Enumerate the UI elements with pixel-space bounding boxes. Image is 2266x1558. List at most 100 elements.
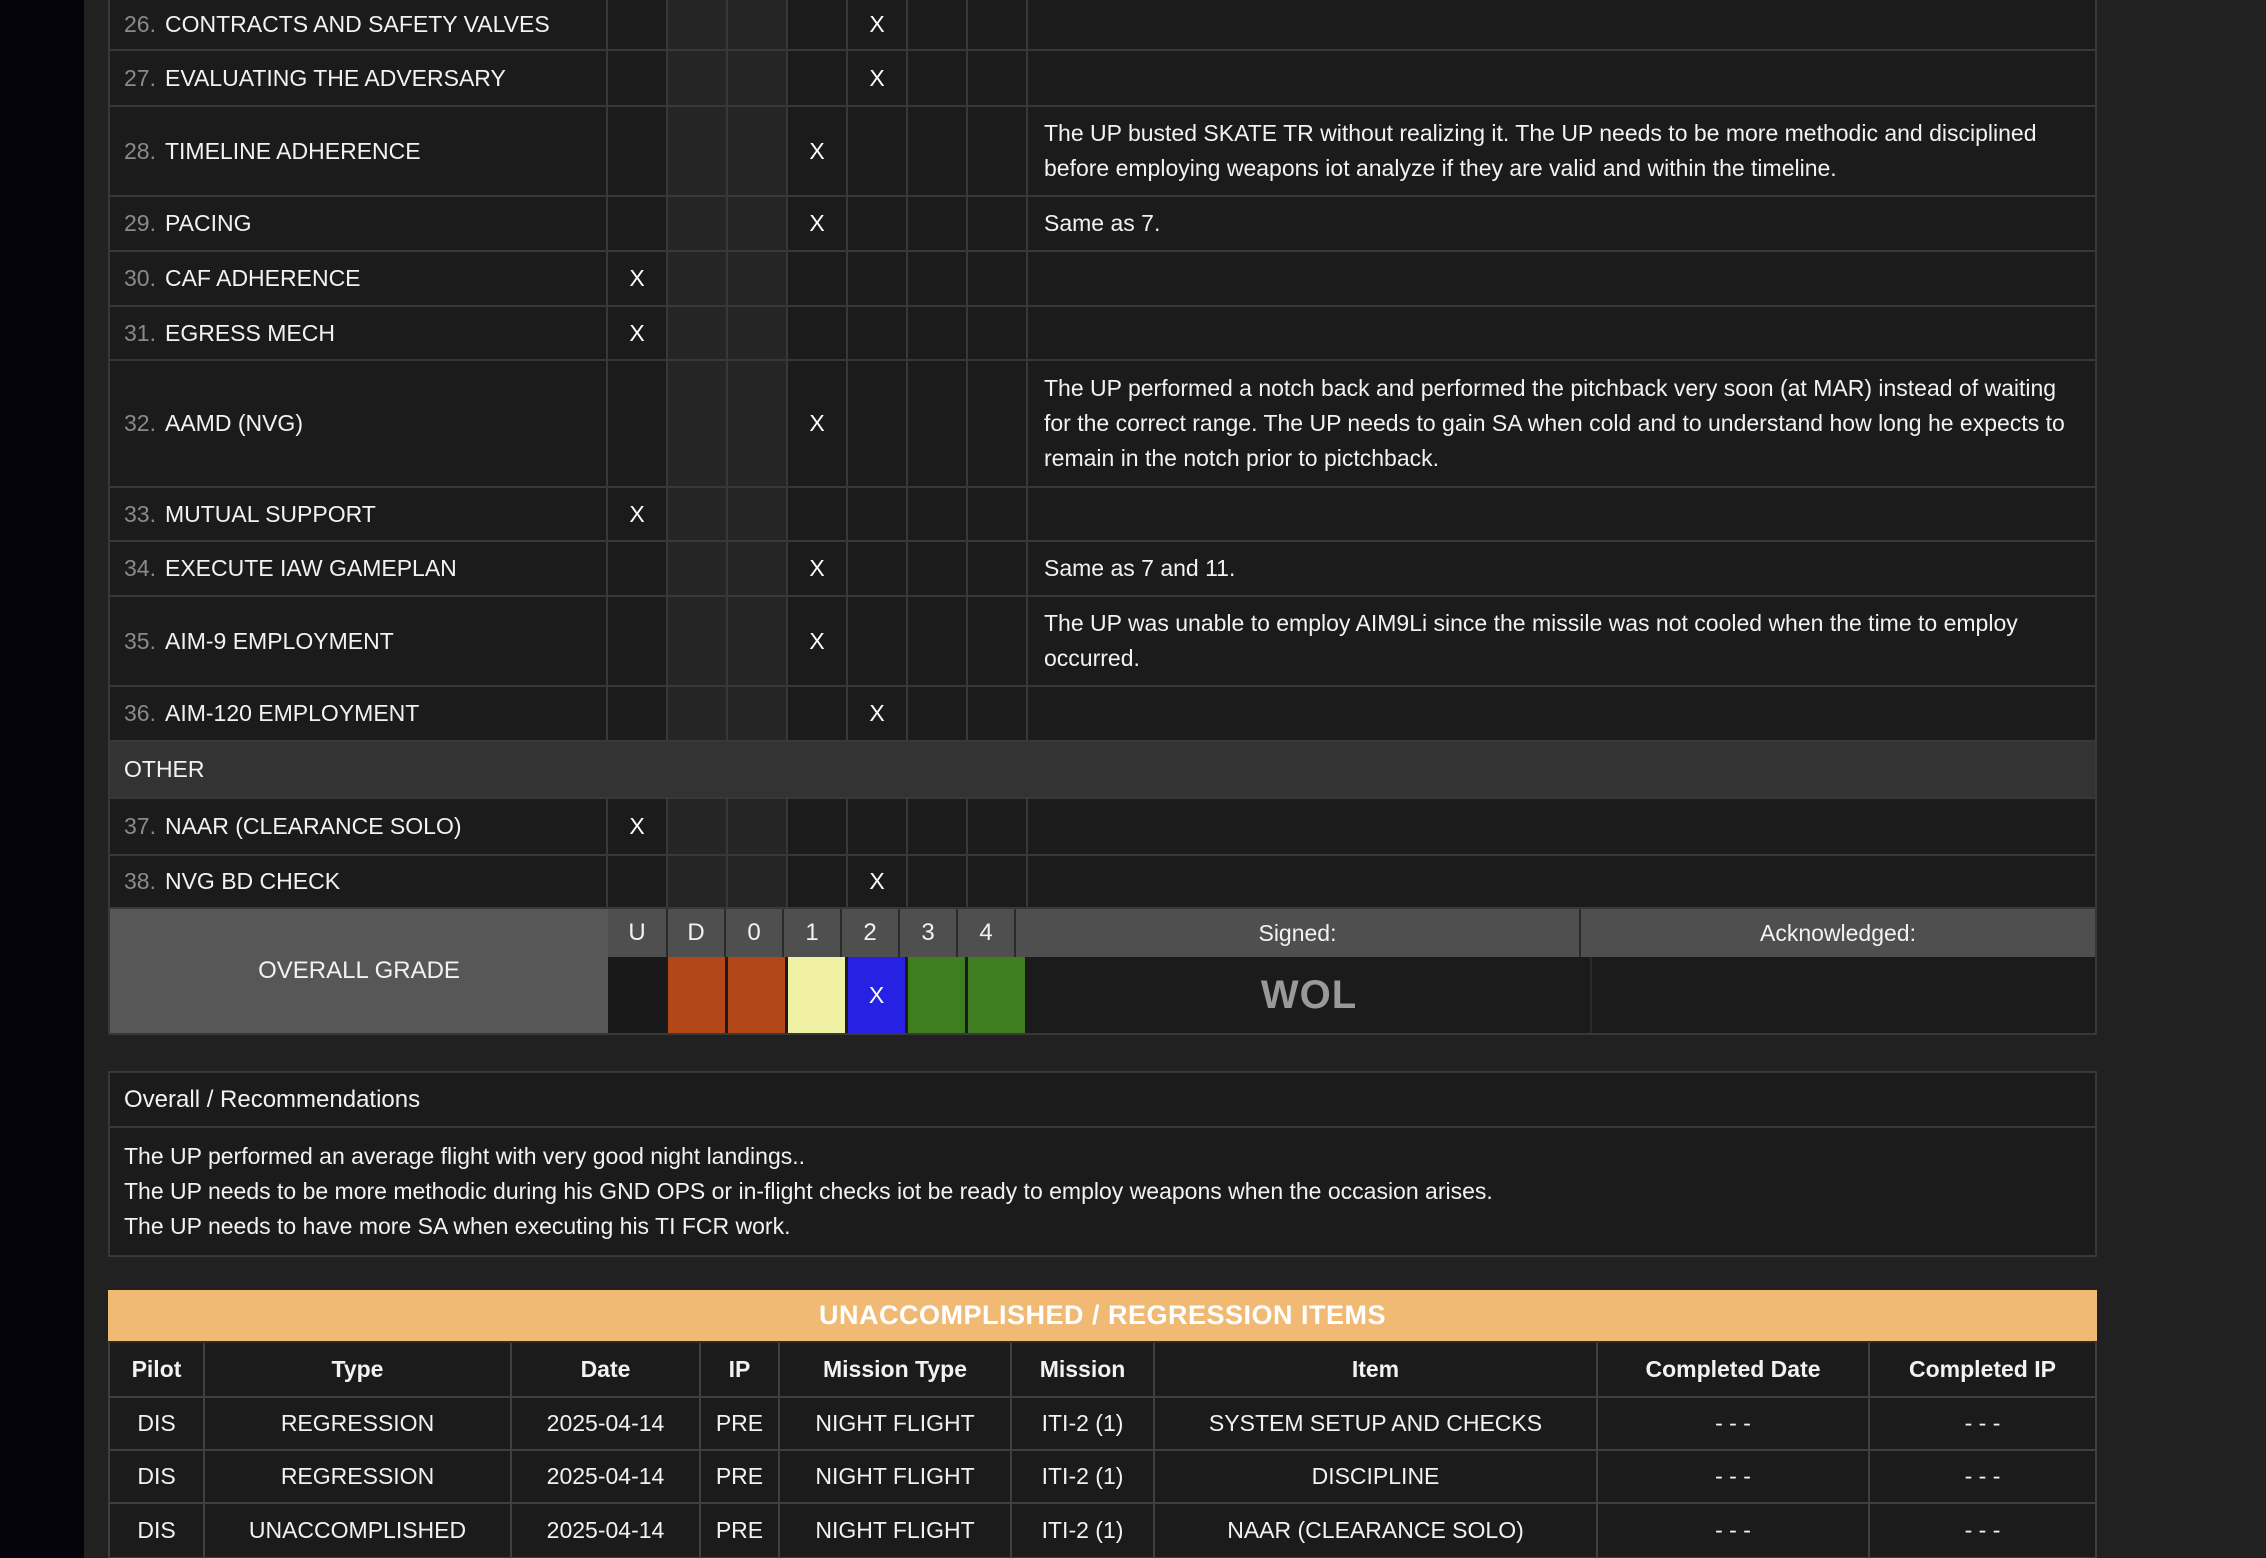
grade-cell-4[interactable] xyxy=(968,252,1028,305)
overall-grade-cell-0[interactable] xyxy=(728,957,788,1033)
grade-cell-4[interactable] xyxy=(968,307,1028,359)
grade-cell-U[interactable]: X xyxy=(608,307,668,359)
grade-cell-0[interactable] xyxy=(728,361,788,486)
grade-cell-2[interactable] xyxy=(848,107,908,195)
grade-cell-2[interactable] xyxy=(848,361,908,486)
grade-cell-D[interactable] xyxy=(668,361,728,486)
grade-cell-3[interactable] xyxy=(908,488,968,540)
grade-cell-3[interactable] xyxy=(908,252,968,305)
grade-cell-3[interactable] xyxy=(908,51,968,105)
grade-cell-3[interactable] xyxy=(908,107,968,195)
grade-cell-D[interactable] xyxy=(668,542,728,595)
grade-cell-D[interactable] xyxy=(668,488,728,540)
grade-cell-1[interactable] xyxy=(788,856,848,907)
grade-cell-D[interactable] xyxy=(668,307,728,359)
grade-cell-1[interactable]: X xyxy=(788,197,848,250)
grade-cell-U[interactable] xyxy=(608,51,668,105)
overall-grade-cell-U[interactable] xyxy=(608,957,668,1033)
grade-cell-4[interactable] xyxy=(968,687,1028,740)
grade-cell-U[interactable] xyxy=(608,0,668,49)
grade-cell-3[interactable] xyxy=(908,197,968,250)
grade-cell-D[interactable] xyxy=(668,197,728,250)
grade-cell-4[interactable] xyxy=(968,197,1028,250)
grade-cell-1[interactable] xyxy=(788,687,848,740)
grade-cell-3[interactable] xyxy=(908,597,968,685)
grade-cell-4[interactable] xyxy=(968,799,1028,854)
grade-cell-0[interactable] xyxy=(728,252,788,305)
grade-cell-D[interactable] xyxy=(668,252,728,305)
grade-cell-4[interactable] xyxy=(968,361,1028,486)
grade-cell-2[interactable] xyxy=(848,488,908,540)
grade-cell-D[interactable] xyxy=(668,107,728,195)
grade-cell-2[interactable]: X xyxy=(848,856,908,907)
grade-cell-1[interactable] xyxy=(788,488,848,540)
grade-cell-1[interactable] xyxy=(788,799,848,854)
grade-cell-3[interactable] xyxy=(908,307,968,359)
grade-cell-D[interactable] xyxy=(668,0,728,49)
grade-cell-0[interactable] xyxy=(728,687,788,740)
grade-cell-1[interactable]: X xyxy=(788,107,848,195)
overall-grade-cell-3[interactable] xyxy=(908,957,968,1033)
grade-cell-0[interactable] xyxy=(728,488,788,540)
grade-cell-D[interactable] xyxy=(668,51,728,105)
signed-value[interactable]: WOL xyxy=(1028,957,1590,1033)
grade-cell-3[interactable] xyxy=(908,361,968,486)
grade-cell-4[interactable] xyxy=(968,597,1028,685)
grade-cell-2[interactable] xyxy=(848,597,908,685)
grade-cell-3[interactable] xyxy=(908,0,968,49)
grade-cell-0[interactable] xyxy=(728,542,788,595)
grade-cell-2[interactable] xyxy=(848,307,908,359)
grade-cell-D[interactable] xyxy=(668,687,728,740)
grade-cell-U[interactable] xyxy=(608,597,668,685)
grade-cell-U[interactable] xyxy=(608,361,668,486)
grade-cell-3[interactable] xyxy=(908,856,968,907)
grade-cell-D[interactable] xyxy=(668,597,728,685)
grade-cell-2[interactable] xyxy=(848,542,908,595)
grade-cell-1[interactable] xyxy=(788,51,848,105)
grade-cell-U[interactable] xyxy=(608,856,668,907)
overall-grade-cell-4[interactable] xyxy=(968,957,1028,1033)
grade-cell-1[interactable] xyxy=(788,252,848,305)
grade-cell-D[interactable] xyxy=(668,856,728,907)
grade-cell-0[interactable] xyxy=(728,597,788,685)
grade-cell-3[interactable] xyxy=(908,799,968,854)
grade-cell-2[interactable] xyxy=(848,799,908,854)
grade-cell-4[interactable] xyxy=(968,856,1028,907)
overall-grade-cell-1[interactable] xyxy=(788,957,848,1033)
grade-cell-U[interactable]: X xyxy=(608,799,668,854)
grade-cell-0[interactable] xyxy=(728,307,788,359)
grade-cell-U[interactable] xyxy=(608,542,668,595)
grade-cell-1[interactable] xyxy=(788,307,848,359)
grade-cell-3[interactable] xyxy=(908,542,968,595)
grade-cell-2[interactable] xyxy=(848,252,908,305)
grade-cell-0[interactable] xyxy=(728,799,788,854)
grade-cell-1[interactable]: X xyxy=(788,597,848,685)
grade-cell-4[interactable] xyxy=(968,0,1028,49)
grade-cell-2[interactable]: X xyxy=(848,51,908,105)
grade-cell-2[interactable]: X xyxy=(848,687,908,740)
grade-cell-U[interactable]: X xyxy=(608,252,668,305)
grade-cell-U[interactable]: X xyxy=(608,488,668,540)
grade-cell-1[interactable] xyxy=(788,0,848,49)
grade-cell-4[interactable] xyxy=(968,542,1028,595)
grade-cell-0[interactable] xyxy=(728,51,788,105)
overall-grade-cell-D[interactable] xyxy=(668,957,728,1033)
overall-grade-cell-2[interactable]: X xyxy=(848,957,908,1033)
grade-cell-0[interactable] xyxy=(728,197,788,250)
acknowledged-value[interactable] xyxy=(1590,957,2095,1033)
grade-cell-4[interactable] xyxy=(968,51,1028,105)
grade-cell-0[interactable] xyxy=(728,856,788,907)
grade-cell-2[interactable]: X xyxy=(848,0,908,49)
grade-cell-2[interactable] xyxy=(848,197,908,250)
grade-cell-D[interactable] xyxy=(668,799,728,854)
grade-cell-U[interactable] xyxy=(608,197,668,250)
grade-cell-1[interactable]: X xyxy=(788,361,848,486)
grade-cell-3[interactable] xyxy=(908,687,968,740)
grade-cell-0[interactable] xyxy=(728,107,788,195)
grade-cell-4[interactable] xyxy=(968,107,1028,195)
grade-cell-U[interactable] xyxy=(608,687,668,740)
grade-cell-1[interactable]: X xyxy=(788,542,848,595)
grade-cell-U[interactable] xyxy=(608,107,668,195)
grade-cell-4[interactable] xyxy=(968,488,1028,540)
grade-cell-0[interactable] xyxy=(728,0,788,49)
